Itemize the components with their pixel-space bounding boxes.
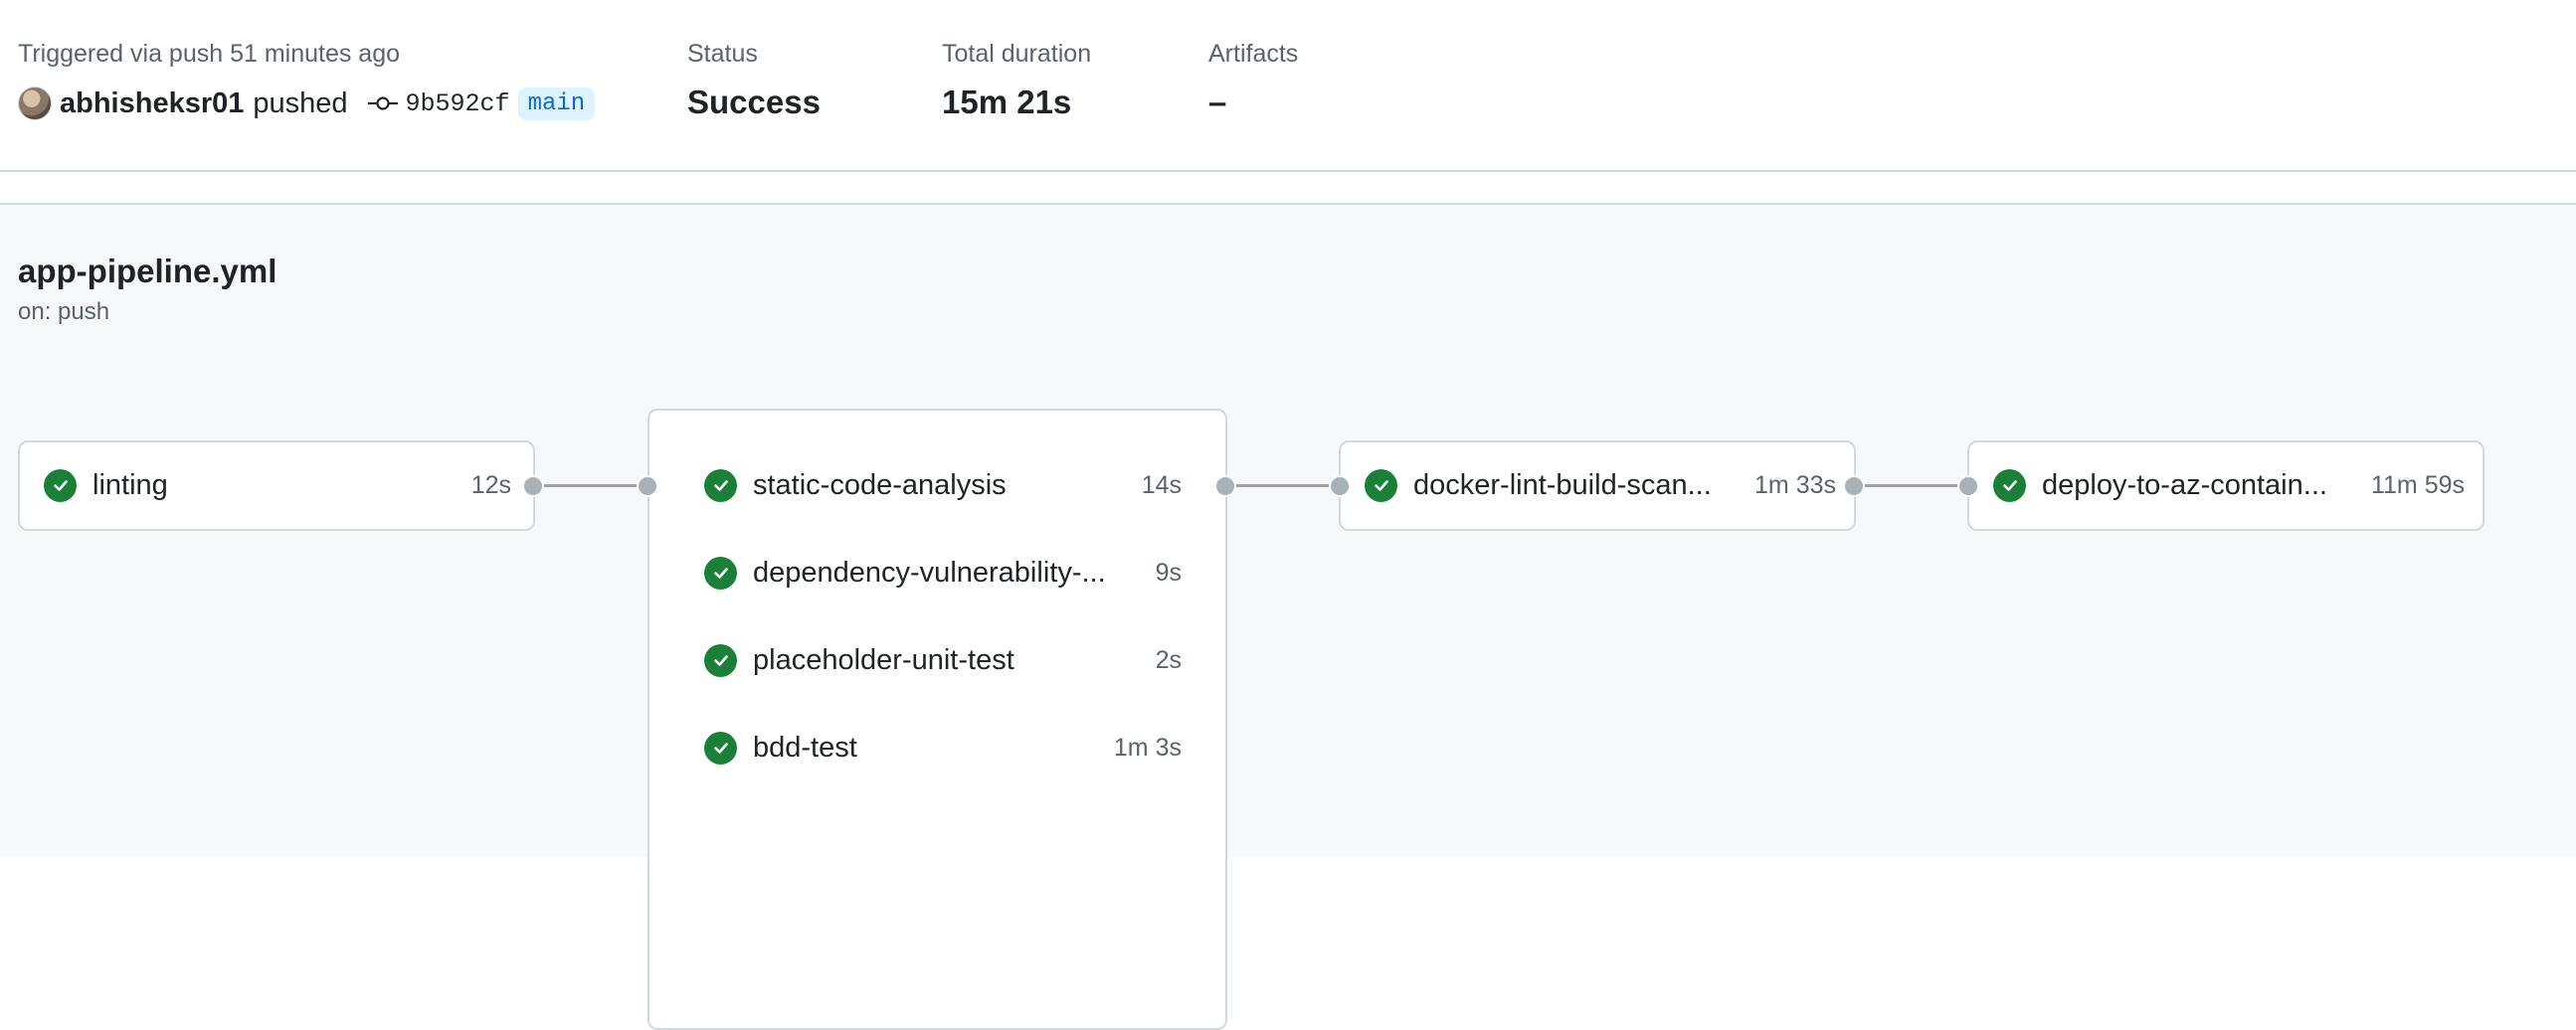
- branch-label[interactable]: main: [517, 86, 596, 120]
- connector-dot: [1957, 475, 1979, 497]
- check-circle-icon: [704, 643, 737, 677]
- commit-sha-link[interactable]: 9b592cf: [406, 89, 510, 118]
- job-group-card: static-code-analysis 14s dependency-vuln…: [647, 409, 1227, 1030]
- job-duration: 9s: [1155, 558, 1182, 587]
- job-name: dependency-vulnerability-...: [753, 556, 1106, 589]
- job-duration: 1m 33s: [1754, 470, 1836, 499]
- job-duration: 2s: [1155, 645, 1182, 674]
- trigger-details: abhisheksr01 pushed 9b592cf main: [18, 84, 596, 123]
- run-summary: Triggered via push 51 minutes ago abhish…: [0, 0, 2576, 171]
- job-name: placeholder-unit-test: [753, 643, 1014, 676]
- job-name: linting: [92, 468, 168, 501]
- status-label: Status: [687, 40, 758, 68]
- job-item[interactable]: placeholder-unit-test 2s: [704, 640, 1182, 680]
- actor-avatar[interactable]: [18, 86, 52, 120]
- artifacts-label: Artifacts: [1208, 40, 1299, 68]
- connector-dot: [1214, 475, 1236, 497]
- job-item[interactable]: bdd-test 1m 3s: [704, 728, 1182, 768]
- job-duration: 1m 3s: [1113, 733, 1182, 762]
- job-item[interactable]: static-code-analysis 14s: [704, 465, 1182, 505]
- workflow-trigger: on: push: [18, 298, 110, 325]
- connector-line: [533, 484, 648, 487]
- job-item[interactable]: deploy-to-az-contain... 11m 59s: [1993, 465, 2465, 505]
- job-name: static-code-analysis: [753, 468, 1007, 501]
- connector-dot: [1843, 475, 1865, 497]
- push-action-text: pushed: [253, 86, 348, 119]
- connector-dot: [637, 475, 658, 497]
- connector-dot: [1329, 475, 1351, 497]
- job-item[interactable]: docker-lint-build-scan... 1m 33s: [1365, 465, 1836, 505]
- job-card-deploy[interactable]: deploy-to-az-contain... 11m 59s: [1967, 440, 2484, 531]
- check-circle-icon: [704, 468, 737, 502]
- artifacts-value: –: [1208, 84, 1227, 120]
- git-commit-icon: [367, 94, 398, 112]
- job-item[interactable]: linting 12s: [44, 465, 511, 505]
- job-name: docker-lint-build-scan...: [1413, 468, 1712, 501]
- connector-line: [1225, 484, 1341, 487]
- job-card-linting[interactable]: linting 12s: [18, 440, 535, 531]
- job-card-docker[interactable]: docker-lint-build-scan... 1m 33s: [1339, 440, 1856, 531]
- section-gap: [0, 172, 2576, 203]
- check-circle-icon: [1993, 468, 2026, 502]
- check-circle-icon: [704, 731, 737, 765]
- actor-link[interactable]: abhisheksr01: [60, 87, 244, 120]
- check-circle-icon: [44, 468, 77, 502]
- job-duration: 14s: [1141, 470, 1182, 499]
- check-circle-icon: [704, 556, 737, 590]
- job-name: deploy-to-az-contain...: [2042, 468, 2327, 501]
- job-item[interactable]: dependency-vulnerability-... 9s: [704, 553, 1182, 593]
- workflow-filename[interactable]: app-pipeline.yml: [18, 253, 276, 290]
- trigger-text: Triggered via push 51 minutes ago: [18, 40, 401, 68]
- check-circle-icon: [1365, 468, 1397, 502]
- job-duration: 11m 59s: [2370, 470, 2465, 499]
- workflow-graph: app-pipeline.yml on: push linting 12s st…: [0, 205, 2576, 1030]
- connector-line: [1854, 484, 1969, 487]
- duration-value: 15m 21s: [942, 84, 1072, 120]
- job-name: bdd-test: [753, 731, 857, 764]
- duration-label: Total duration: [942, 40, 1092, 68]
- job-duration: 12s: [470, 470, 511, 499]
- status-value: Success: [687, 84, 821, 120]
- connector-dot: [522, 475, 544, 497]
